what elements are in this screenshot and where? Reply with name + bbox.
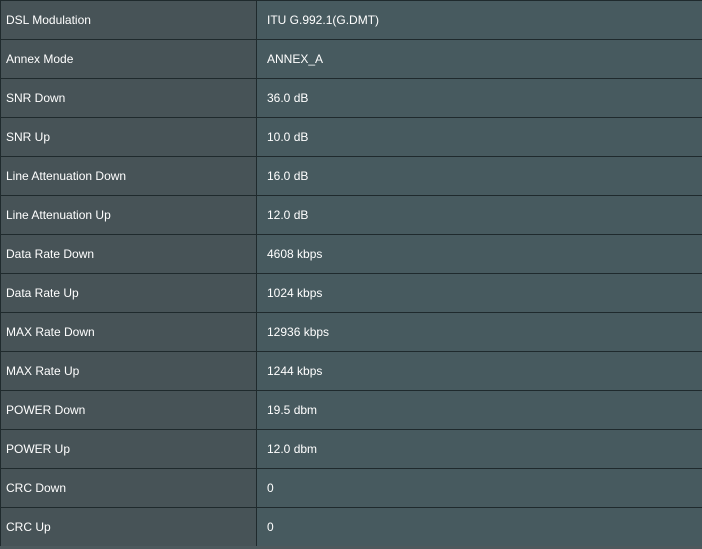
table-row: DSL Modulation ITU G.992.1(G.DMT) (0, 0, 702, 40)
row-value: 10.0 dB (256, 117, 702, 157)
row-label: POWER Down (0, 390, 257, 430)
table-row: MAX Rate Down 12936 kbps (0, 312, 702, 352)
row-label: POWER Up (0, 429, 257, 469)
row-value: 0 (256, 468, 702, 508)
row-label: SNR Down (0, 78, 257, 118)
table-row: CRC Up 0 (0, 507, 702, 547)
row-label: DSL Modulation (0, 0, 257, 40)
row-label: CRC Up (0, 507, 257, 547)
row-label: SNR Up (0, 117, 257, 157)
row-label: Line Attenuation Up (0, 195, 257, 235)
row-value: 1024 kbps (256, 273, 702, 313)
row-label: CRC Down (0, 468, 257, 508)
row-value: 19.5 dbm (256, 390, 702, 430)
row-value: ITU G.992.1(G.DMT) (256, 0, 702, 40)
row-value: 36.0 dB (256, 78, 702, 118)
row-label: Data Rate Up (0, 273, 257, 313)
row-label: Data Rate Down (0, 234, 257, 274)
row-value: 16.0 dB (256, 156, 702, 196)
dsl-status-panel: DSL Modulation ITU G.992.1(G.DMT) Annex … (0, 0, 702, 549)
table-row: CRC Down 0 (0, 468, 702, 508)
row-value: 1244 kbps (256, 351, 702, 391)
table-row: POWER Down 19.5 dbm (0, 390, 702, 430)
row-value: ANNEX_A (256, 39, 702, 79)
row-label: Line Attenuation Down (0, 156, 257, 196)
row-value: 12936 kbps (256, 312, 702, 352)
row-label: MAX Rate Up (0, 351, 257, 391)
table-row: POWER Up 12.0 dbm (0, 429, 702, 469)
table-row: Data Rate Up 1024 kbps (0, 273, 702, 313)
table-row: SNR Down 36.0 dB (0, 78, 702, 118)
table-row: Line Attenuation Up 12.0 dB (0, 195, 702, 235)
table-row: MAX Rate Up 1244 kbps (0, 351, 702, 391)
table-row: Data Rate Down 4608 kbps (0, 234, 702, 274)
row-label: MAX Rate Down (0, 312, 257, 352)
dsl-status-table: DSL Modulation ITU G.992.1(G.DMT) Annex … (0, 0, 702, 547)
table-row: SNR Up 10.0 dB (0, 117, 702, 157)
row-label: Annex Mode (0, 39, 257, 79)
row-value: 12.0 dB (256, 195, 702, 235)
row-value: 4608 kbps (256, 234, 702, 274)
row-value: 0 (256, 507, 702, 547)
table-row: Line Attenuation Down 16.0 dB (0, 156, 702, 196)
row-value: 12.0 dbm (256, 429, 702, 469)
table-row: Annex Mode ANNEX_A (0, 39, 702, 79)
